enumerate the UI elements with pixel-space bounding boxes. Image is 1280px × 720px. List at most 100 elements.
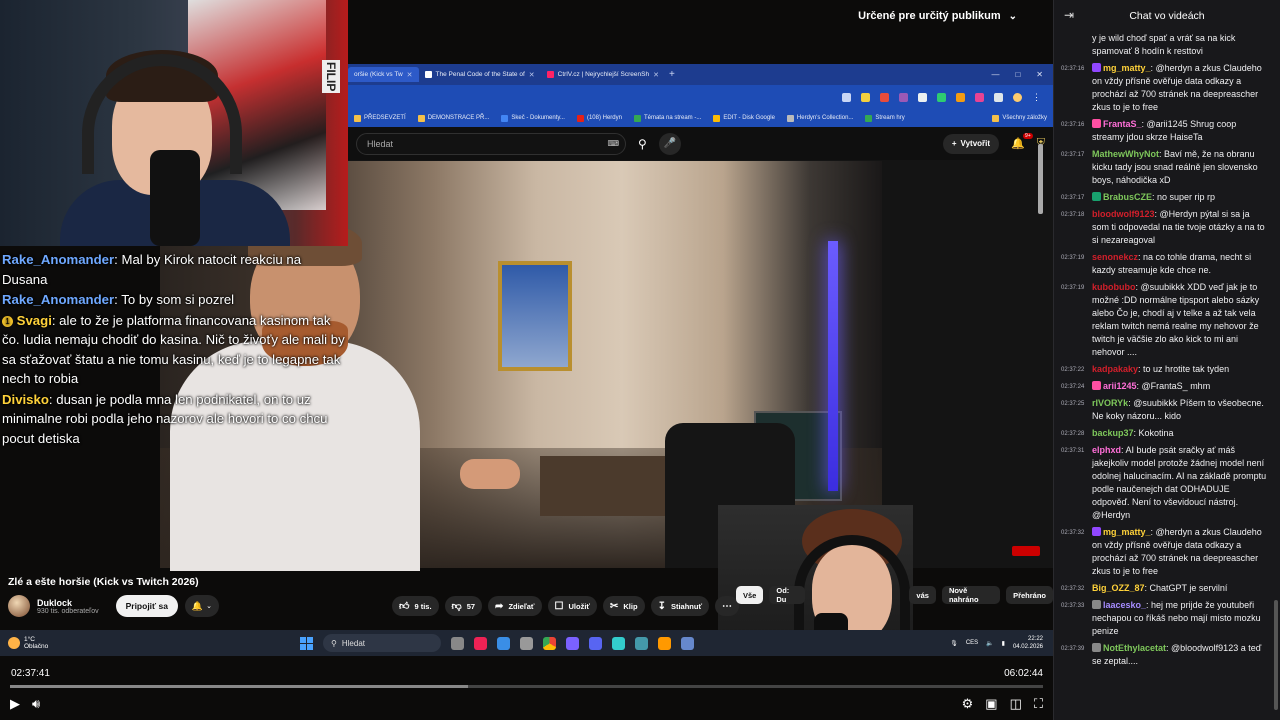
- bookmark-item[interactable]: (108) Herdyn: [576, 114, 622, 122]
- microphone-icon[interactable]: 🎙: [950, 640, 958, 647]
- search-icon[interactable]: ⚲: [638, 137, 647, 151]
- bookmark-item[interactable]: Skeč - Dokumenty...: [501, 114, 565, 122]
- app-icon[interactable]: [612, 636, 625, 650]
- video-player[interactable]: Určené pre určitý publikum ⌄ oršie (Kick…: [0, 0, 1053, 720]
- browser-tab[interactable]: The Penal Code of the State of ✕: [419, 67, 541, 82]
- extension-icon[interactable]: [956, 92, 965, 102]
- notification-bell-button[interactable]: 🔔 ⌄: [184, 595, 219, 617]
- seek-bar[interactable]: [10, 685, 1043, 688]
- new-tab-icon[interactable]: +: [669, 69, 675, 80]
- chat-badge-icon[interactable]: [1092, 119, 1101, 128]
- bookmark-item[interactable]: Herdyn's Collection...: [786, 114, 853, 122]
- chat-message[interactable]: 02:37:28 backup37: Kokotina: [1054, 427, 1276, 440]
- chat-username[interactable]: mg_matty_: [1103, 63, 1151, 73]
- chat-message[interactable]: 02:37:31 elphxd: AI bude psát sračky ať m…: [1054, 444, 1276, 522]
- chat-badge-icon[interactable]: [1092, 381, 1101, 390]
- chat-badge-icon[interactable]: [1092, 63, 1101, 72]
- chat-message[interactable]: 02:37:32 mg_matty_: @herdyn a zkus Claude…: [1054, 526, 1276, 578]
- app-icon[interactable]: [635, 636, 648, 650]
- chat-username[interactable]: rIVORYk: [1092, 398, 1128, 408]
- chat-username[interactable]: NotEthylacetat: [1103, 643, 1166, 653]
- chat-username[interactable]: FrantaS_: [1103, 119, 1142, 129]
- chip-all[interactable]: Vše: [736, 586, 764, 604]
- chip-for-you[interactable]: vás: [909, 586, 936, 604]
- microphone-icon[interactable]: 🎤: [658, 132, 681, 155]
- all-bookmarks[interactable]: Všechny záložky: [992, 114, 1047, 122]
- theater-mode-icon[interactable]: ◫: [1010, 696, 1022, 712]
- windows-start-icon[interactable]: [300, 636, 313, 650]
- minimize-icon[interactable]: —: [991, 70, 999, 79]
- chat-message[interactable]: 02:37:16 mg_matty_: @herdyn a zkus Claude…: [1054, 62, 1276, 114]
- bookmark-item[interactable]: Stream hry: [865, 114, 905, 122]
- discord-icon[interactable]: [589, 636, 602, 650]
- chat-badge-icon[interactable]: [1092, 643, 1101, 652]
- extension-icon[interactable]: [937, 92, 946, 102]
- scrollbar[interactable]: [1038, 144, 1043, 214]
- share-button[interactable]: ➦ Zdieľať: [488, 596, 542, 616]
- join-button[interactable]: Pripojiť sa: [115, 595, 178, 617]
- chat-message[interactable]: 02:37:32 Big_OZZ_87: ChatGPT je servilní: [1054, 582, 1276, 595]
- chip-watched[interactable]: Přehráno: [1006, 586, 1053, 604]
- taskbar-search[interactable]: ⚲ Hledat: [323, 634, 441, 652]
- close-icon[interactable]: ✕: [529, 71, 535, 79]
- chat-message[interactable]: 02:37:39 NotEthylacetat: @bloodwolf9123 a…: [1054, 642, 1276, 668]
- app-icon[interactable]: [474, 636, 487, 650]
- collapse-chat-icon[interactable]: ⇥: [1064, 8, 1074, 22]
- chat-username[interactable]: elphxd: [1092, 445, 1121, 455]
- extension-icon[interactable]: [975, 92, 984, 102]
- settings-icon[interactable]: ⚙: [962, 696, 974, 712]
- chat-username[interactable]: senonekcz: [1092, 252, 1138, 262]
- chat-scrollbar[interactable]: [1274, 40, 1278, 714]
- close-icon[interactable]: ✕: [1036, 70, 1043, 79]
- close-icon[interactable]: ✕: [407, 71, 413, 79]
- play-icon[interactable]: ▶: [10, 696, 20, 712]
- chat-message[interactable]: 02:37:17 BrabusCZE: no super rip rp: [1054, 191, 1276, 204]
- chat-badge-icon[interactable]: [1092, 527, 1101, 536]
- chat-message[interactable]: 02:37:19 senonekcz: na co tohle drama, ne…: [1054, 251, 1276, 277]
- maximize-icon[interactable]: □: [1015, 70, 1020, 79]
- extension-icon[interactable]: [899, 92, 908, 102]
- chip-from-channel[interactable]: Od: Du: [769, 586, 806, 604]
- chat-message[interactable]: 02:37:22 kadpakaky: to uz hrotite tak tyd…: [1054, 363, 1276, 376]
- chip-recently-uploaded[interactable]: Nově nahráno: [941, 586, 1001, 604]
- fullscreen-icon[interactable]: ⛶: [1034, 696, 1043, 712]
- app-icon[interactable]: [566, 636, 579, 650]
- chat-message[interactable]: 02:37:25 rIVORYk: @suubikkk Píšem to všeo…: [1054, 397, 1276, 423]
- bookmark-item[interactable]: PŘEDSEVZETÍ: [354, 114, 406, 122]
- bookmark-item[interactable]: EDIT - Disk Google: [713, 114, 775, 122]
- chat-message[interactable]: 02:37:18 bloodwolf9123: @Herdyn pýtal si …: [1054, 208, 1276, 247]
- weather-widget[interactable]: 1°C Oblačno: [8, 636, 48, 650]
- chrome-icon[interactable]: [543, 636, 556, 650]
- browser-tab[interactable]: CtrlV.cz | Nejrychlejší ScreenSh ✕: [541, 67, 665, 82]
- chat-username[interactable]: bloodwolf9123: [1092, 209, 1155, 219]
- chat-message[interactable]: 02:37:33 laacesko_: hej me prijde že yout…: [1054, 599, 1276, 638]
- chat-username[interactable]: arii1245: [1103, 381, 1137, 391]
- app-icon[interactable]: [497, 636, 510, 650]
- notifications-icon[interactable]: 🔔 9+: [1011, 133, 1033, 150]
- extension-icon[interactable]: [842, 92, 851, 102]
- chat-username[interactable]: BrabusCZE: [1103, 192, 1152, 202]
- clip-button[interactable]: ✂ Klip: [603, 596, 645, 616]
- extension-icon[interactable]: [861, 92, 870, 102]
- browser-tab[interactable]: oršie (Kick vs Tw ✕: [348, 67, 419, 82]
- app-icon[interactable]: [658, 636, 671, 650]
- chat-message[interactable]: 02:37:17 MathewWhyNot: Baví mě, že na obr…: [1054, 148, 1276, 187]
- chat-message[interactable]: y je wild choď spať a vráť sa na kick sp…: [1054, 32, 1276, 58]
- chat-username[interactable]: laacesko_: [1103, 600, 1146, 610]
- battery-icon[interactable]: ▮: [1002, 640, 1005, 647]
- menu-dots-icon[interactable]: ⋮: [1032, 92, 1041, 103]
- chat-username[interactable]: MathewWhyNot: [1092, 149, 1159, 159]
- chat-username[interactable]: kadpakaky: [1092, 364, 1138, 374]
- volume-icon[interactable]: 🔊︎: [32, 696, 40, 712]
- bookmark-item[interactable]: DEMONSTRACE PŘ...: [417, 114, 489, 122]
- chat-username[interactable]: backup37: [1092, 428, 1134, 438]
- dislike-button[interactable]: 👎︎ 57: [444, 596, 483, 616]
- chat-username[interactable]: Big_OZZ_87: [1092, 583, 1145, 593]
- settings-icon[interactable]: [681, 636, 694, 650]
- chat-message[interactable]: 02:37:19 kubobubo: @suubikkk XDD veď jak …: [1054, 281, 1276, 359]
- avatar[interactable]: [8, 595, 30, 617]
- extension-icon[interactable]: [918, 92, 927, 102]
- taskbar-clock[interactable]: 22:22 04.02.2026: [1013, 635, 1043, 651]
- chat-badge-icon[interactable]: [1092, 192, 1101, 201]
- extension-icon[interactable]: [994, 92, 1003, 102]
